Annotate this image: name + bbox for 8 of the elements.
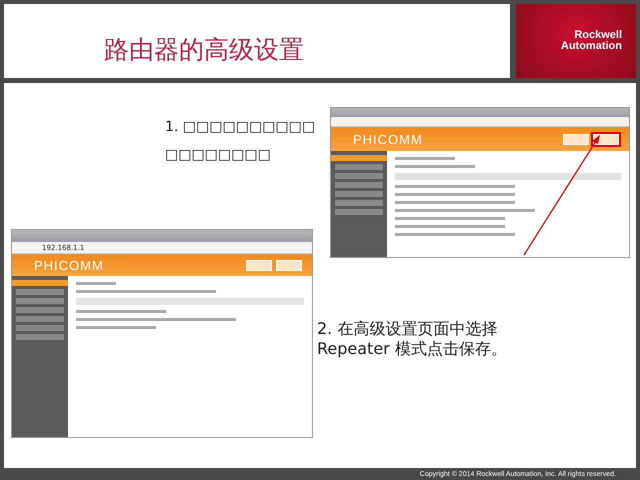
blurred-text-line <box>76 282 116 285</box>
slide-title: 路由器的高级设置 <box>104 34 304 66</box>
router-logo: PHICOMM <box>34 258 104 272</box>
company-logo: Rockwell Automation <box>516 4 636 78</box>
step-text: 1. □□□□□□□□□□□□□□□□□□ <box>165 118 316 165</box>
router-logo: PHICOMM <box>353 132 423 146</box>
blurred-text-line <box>395 157 455 160</box>
step-text: 2. 在高级设置页面中选择 Repeater 模式点击保存。 <box>317 319 508 359</box>
